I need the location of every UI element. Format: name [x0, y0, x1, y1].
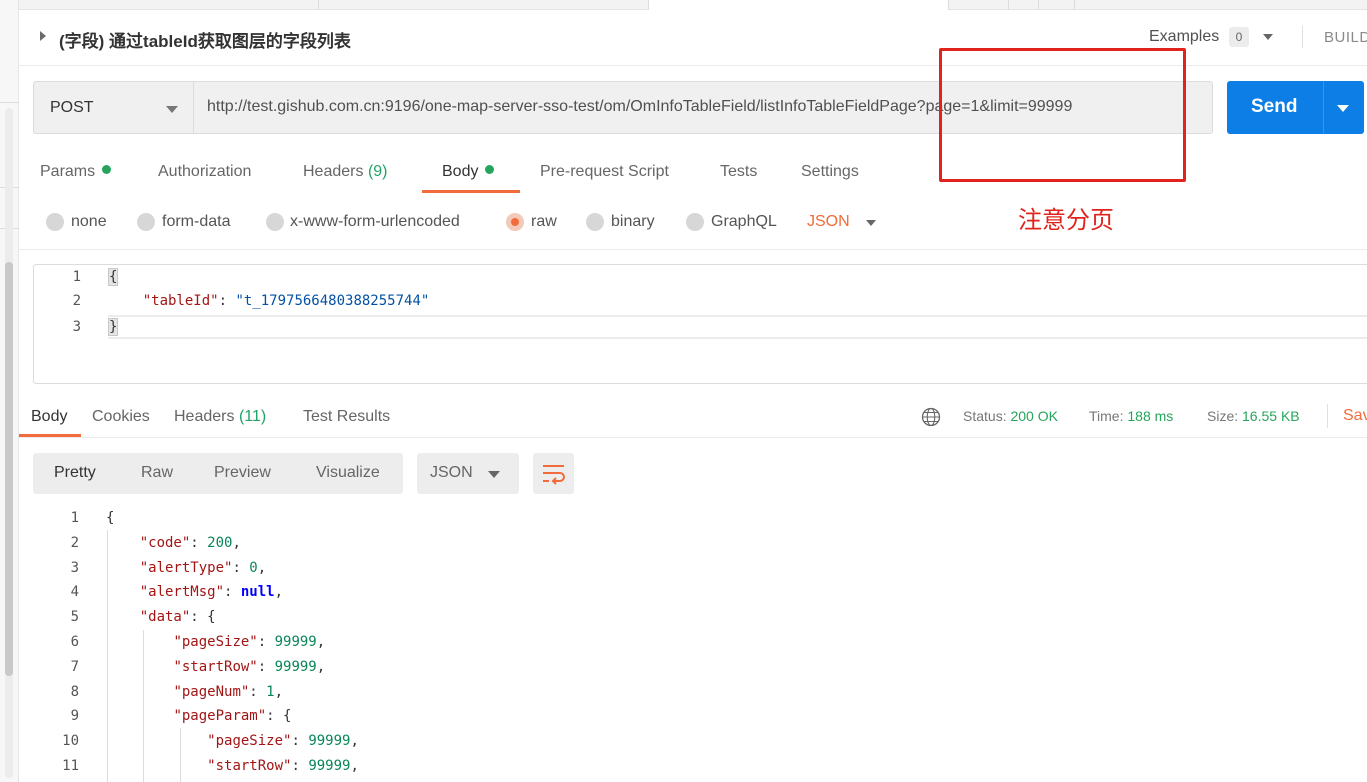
radio-label[interactable]: x-www-form-urlencoded — [290, 213, 460, 231]
time-indicator: Time: 188 ms — [1089, 408, 1174, 424]
radio-label[interactable]: form-data — [162, 213, 230, 231]
tab-strip-segment[interactable] — [19, 0, 319, 10]
method-select[interactable]: POST — [33, 81, 193, 134]
status-dot-icon — [102, 165, 112, 174]
tab-body[interactable]: Body — [442, 163, 495, 181]
tab-tests[interactable]: Tests — [720, 163, 757, 181]
code-line: 6 "pageSize": 99999, — [70, 634, 326, 650]
request-tabs: Params Authorization Headers (9) Body Pr… — [19, 152, 1019, 194]
chevron-down-icon — [166, 106, 178, 113]
examples-label[interactable]: Examples — [1149, 28, 1219, 46]
code-line: 9 "pageParam": { — [70, 708, 292, 725]
chevron-down-icon[interactable] — [866, 220, 876, 226]
tab-strip-segment[interactable] — [1009, 0, 1039, 10]
code-line: 2 "code": 200, — [70, 534, 241, 551]
raw-format-select[interactable]: JSON — [807, 213, 850, 231]
radio-graphql[interactable] — [686, 213, 704, 231]
radio-label[interactable]: none — [71, 213, 107, 231]
divider — [19, 249, 1367, 250]
tab-strip-segment[interactable] — [319, 0, 649, 10]
code-line: 1 { — [72, 268, 119, 286]
radio-raw[interactable] — [506, 213, 524, 231]
save-response-button[interactable]: Save — [1343, 407, 1367, 425]
radio-none[interactable] — [46, 213, 64, 231]
active-tab-indicator — [19, 434, 81, 437]
view-visualize-button[interactable]: Visualize — [316, 464, 380, 482]
code-line: 7 "startRow": 99999, — [70, 658, 326, 675]
send-button[interactable]: Send — [1227, 81, 1364, 134]
tab-test-results[interactable]: Test Results — [303, 408, 390, 426]
code-line: 3 "alertType": 0, — [70, 559, 267, 576]
view-pretty-button[interactable]: Pretty — [54, 464, 96, 482]
divider — [1327, 404, 1328, 428]
wrap-lines-button[interactable] — [533, 453, 574, 494]
view-preview-button[interactable]: Preview — [214, 464, 271, 482]
tab-strip-segment[interactable] — [959, 0, 1009, 10]
tab-params[interactable]: Params — [40, 163, 112, 181]
size-indicator: Size: 16.55 KB — [1207, 408, 1300, 424]
code-line: 2 "tableId": "t_1797566480388255744" — [72, 293, 430, 309]
expand-caret-icon[interactable] — [40, 31, 46, 41]
chevron-down-icon — [488, 471, 500, 478]
examples-count-badge: 0 — [1229, 27, 1249, 47]
status-dot-icon — [485, 165, 495, 174]
code-line: 1{ — [70, 510, 115, 526]
radio-binary[interactable] — [586, 213, 604, 231]
tab-response-body[interactable]: Body — [31, 408, 67, 426]
method-value: POST — [50, 99, 94, 116]
code-line: 8 "pageNum": 1, — [70, 683, 284, 700]
tab-cookies[interactable]: Cookies — [92, 408, 150, 426]
wrap-lines-icon — [543, 465, 565, 485]
tab-strip-segment[interactable] — [1039, 0, 1075, 10]
response-body-viewer[interactable]: 1{ 2 "code": 200, 3 "alertType": 0, 4 "aler… — [19, 506, 1367, 782]
code-line: 10 "pageSize": 99999, — [62, 733, 359, 750]
code-line: 11 "startRow": 99999, — [62, 758, 359, 774]
view-mode-group: Pretty Raw Preview Visualize — [33, 453, 403, 494]
globe-icon[interactable] — [921, 407, 941, 427]
tab-settings[interactable]: Settings — [801, 163, 859, 181]
body-type-selector: none form-data x-www-form-urlencoded raw… — [19, 204, 1019, 240]
tab-pre-request-script[interactable]: Pre-request Script — [540, 163, 669, 181]
tab-headers[interactable]: Headers (9) — [303, 163, 388, 181]
build-button[interactable]: BUILD — [1324, 29, 1367, 46]
divider — [1302, 26, 1303, 48]
status-indicator: Status: 200 OK — [963, 408, 1058, 424]
send-divider — [1323, 81, 1324, 134]
radio-form-data[interactable] — [137, 213, 155, 231]
annotation-text: 注意分页 — [1018, 206, 1114, 234]
radio-label[interactable]: binary — [611, 213, 655, 231]
view-raw-button[interactable]: Raw — [141, 464, 173, 482]
response-tabs: Body Cookies Headers (11) Test Results S… — [19, 394, 1367, 438]
send-options-chevron-icon[interactable] — [1337, 105, 1349, 112]
response-format-select[interactable]: JSON — [417, 453, 519, 494]
chevron-down-icon[interactable] — [1263, 34, 1273, 40]
radio-x-www-form-urlencoded[interactable] — [266, 213, 284, 231]
left-gutter — [0, 0, 19, 782]
request-title[interactable]: (字段) 通过tableId获取图层的字段列表 — [59, 27, 351, 52]
code-line: 5 "data": { — [70, 609, 216, 626]
gutter-divider — [0, 102, 19, 103]
tab-strip — [19, 0, 1367, 10]
request-body-editor[interactable]: 1 { 2 "tableId": "t_1797566480388255744"… — [33, 264, 1367, 384]
sidebar-scrollbar-thumb[interactable] — [5, 262, 13, 676]
tab-authorization[interactable]: Authorization — [158, 163, 251, 181]
send-label: Send — [1251, 96, 1298, 117]
tab-strip-segment[interactable] — [649, 0, 949, 10]
radio-label[interactable]: GraphQL — [711, 213, 777, 231]
code-line: 3 } — [72, 318, 119, 336]
tab-response-headers[interactable]: Headers (11) — [174, 408, 266, 426]
radio-label[interactable]: raw — [531, 213, 557, 231]
code-line: 4 "alertMsg": null, — [70, 584, 284, 601]
active-tab-indicator — [422, 190, 520, 193]
